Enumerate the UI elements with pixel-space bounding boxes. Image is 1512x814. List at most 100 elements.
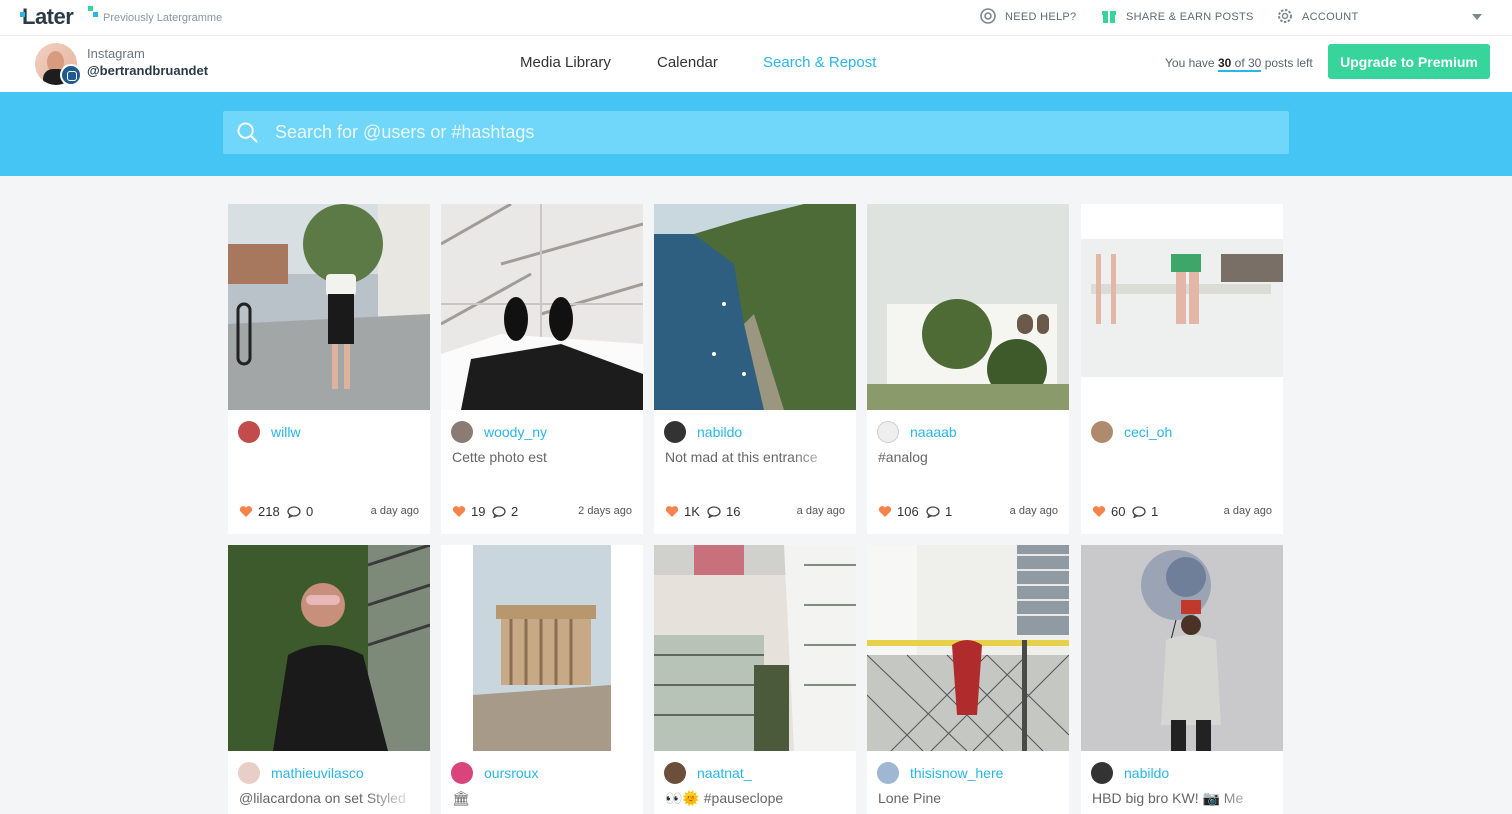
posts-left-counter: You have 30 of 30 posts left [1165, 56, 1313, 72]
post-photo[interactable] [867, 545, 1069, 751]
post-photo[interactable] [867, 204, 1069, 410]
chevron-down-icon[interactable] [1472, 14, 1482, 20]
post-photo[interactable] [1081, 545, 1283, 751]
comment-count: 1 [1151, 504, 1159, 519]
search-icon [237, 122, 258, 143]
comment-icon [1132, 506, 1146, 518]
post-card[interactable]: willw 218 0 a day ago [228, 204, 430, 534]
post-card[interactable]: nabildo Not mad at this entrance 1K 16 a… [654, 204, 856, 534]
tab-calendar[interactable]: Calendar [657, 54, 718, 71]
share-earn-link[interactable]: SHARE & EARN POSTS [1102, 11, 1254, 23]
like-count: 60 [1111, 504, 1126, 519]
like-count: 218 [258, 504, 280, 519]
user-avatar[interactable] [238, 762, 260, 784]
need-help-link[interactable]: NEED HELP? [980, 8, 1077, 24]
gift-icon [1102, 11, 1116, 23]
account-type: Instagram [87, 46, 145, 61]
user-avatar[interactable] [877, 762, 899, 784]
instagram-icon [60, 64, 82, 86]
comment-count: 0 [306, 504, 314, 519]
post-card[interactable]: oursroux 🏛 [441, 545, 643, 814]
post-caption: Cette photo est [452, 449, 547, 465]
post-photo[interactable] [228, 204, 430, 410]
heart-icon [878, 506, 892, 517]
like-count: 1K [684, 504, 700, 519]
comment-icon [287, 506, 301, 518]
account-label: ACCOUNT [1302, 11, 1359, 23]
lifebuoy-icon [980, 8, 996, 24]
logo-text: Later [22, 4, 74, 29]
username[interactable]: naaaab [910, 424, 957, 440]
username[interactable]: thisisnow_here [910, 765, 1003, 781]
comment-count: 16 [726, 504, 741, 519]
username[interactable]: ceci_oh [1124, 424, 1172, 440]
post-stats: 106 1 a day ago [878, 504, 1058, 520]
post-caption: #analog [878, 449, 928, 465]
user-avatar[interactable] [1091, 421, 1113, 443]
post-card[interactable]: nabildo HBD big bro KW! 📷 Me [1081, 545, 1283, 814]
need-help-label: NEED HELP? [1005, 11, 1077, 23]
post-time: a day ago [370, 505, 419, 517]
post-time: a day ago [1223, 505, 1272, 517]
post-photo[interactable] [654, 204, 856, 410]
later-logo[interactable]: Later [20, 4, 98, 30]
post-photo[interactable] [1081, 204, 1283, 410]
post-photo[interactable] [441, 204, 643, 410]
post-card[interactable]: mathieuvilasco @lilacardona on set Style… [228, 545, 430, 814]
user-avatar[interactable] [664, 421, 686, 443]
username[interactable]: willw [271, 424, 301, 440]
post-caption: Not mad at this entrance [665, 449, 818, 465]
heart-icon [452, 506, 466, 517]
tagline: Previously Latergramme [103, 12, 223, 24]
user-avatar[interactable] [877, 421, 899, 443]
post-photo[interactable] [654, 545, 856, 751]
search-input[interactable] [275, 111, 1275, 154]
post-stats: 1K 16 a day ago [665, 504, 845, 520]
post-photo[interactable] [228, 545, 430, 751]
user-avatar[interactable] [451, 762, 473, 784]
username[interactable]: nabildo [1124, 765, 1169, 781]
username[interactable]: naatnat_ [697, 765, 752, 781]
tab-search-repost[interactable]: Search & Repost [763, 54, 876, 71]
post-caption: @lilacardona on set Styled [239, 790, 406, 806]
post-time: 2 days ago [578, 505, 632, 517]
share-earn-label: SHARE & EARN POSTS [1126, 11, 1254, 23]
post-time: a day ago [796, 505, 845, 517]
post-caption: Lone Pine [878, 790, 942, 806]
post-stats: 19 2 2 days ago [452, 504, 632, 520]
post-card[interactable]: ceci_oh 60 1 a day ago [1081, 204, 1283, 534]
tab-media-library[interactable]: Media Library [520, 54, 611, 71]
top-bar: Later Previously Latergramme NEED HELP? … [0, 0, 1512, 36]
gear-icon [1278, 9, 1292, 23]
username[interactable]: oursroux [484, 765, 538, 781]
post-caption: 🏛 [452, 790, 470, 806]
upgrade-button[interactable]: Upgrade to Premium [1328, 44, 1490, 79]
post-caption: HBD big bro KW! 📷 Me [1092, 790, 1244, 806]
post-photo[interactable] [441, 545, 643, 751]
heart-icon [1092, 506, 1106, 517]
account-link[interactable]: ACCOUNT [1278, 9, 1359, 23]
account-handle[interactable]: @bertrandbruandet [87, 63, 208, 78]
comment-count: 2 [511, 504, 519, 519]
heart-icon [665, 506, 679, 517]
post-stats: 218 0 a day ago [239, 504, 419, 520]
search-band [0, 92, 1512, 176]
username[interactable]: nabildo [697, 424, 742, 440]
like-count: 19 [471, 504, 486, 519]
user-avatar[interactable] [238, 421, 260, 443]
username[interactable]: woody_ny [484, 424, 547, 440]
search-box[interactable] [223, 111, 1289, 154]
user-avatar[interactable] [1091, 762, 1113, 784]
comment-icon [492, 506, 506, 518]
post-time: a day ago [1009, 505, 1058, 517]
comment-icon [926, 506, 940, 518]
user-avatar[interactable] [664, 762, 686, 784]
user-avatar[interactable] [451, 421, 473, 443]
post-card[interactable]: naatnat_ 👀🌞 #pauseclope [654, 545, 856, 814]
nav-bar: Instagram @bertrandbruandet Media Librar… [0, 36, 1512, 92]
username[interactable]: mathieuvilasco [271, 765, 364, 781]
post-card[interactable]: thisisnow_here Lone Pine [867, 545, 1069, 814]
post-card[interactable]: naaaab #analog 106 1 a day ago [867, 204, 1069, 534]
heart-icon [239, 506, 253, 517]
post-card[interactable]: woody_ny Cette photo est 19 2 2 days ago [441, 204, 643, 534]
